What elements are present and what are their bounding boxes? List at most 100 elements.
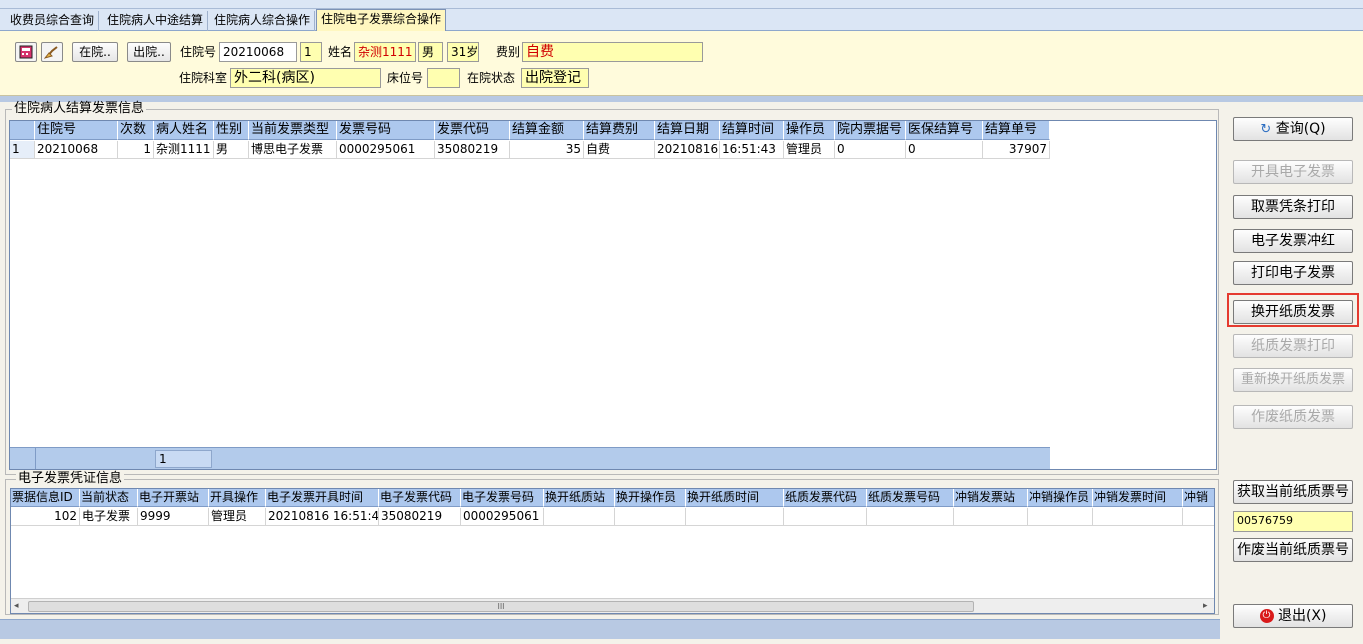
cell-empty [686,508,784,526]
col-header[interactable]: 次数 [118,121,154,140]
red-einvoice-button[interactable]: 电子发票冲红 [1233,229,1353,253]
col-header[interactable]: 冲销发票时间 [1093,489,1183,507]
print-einvoice-button[interactable]: 打印电子发票 [1233,261,1353,285]
col-header[interactable]: 纸质发票代码 [784,489,867,507]
keshi-field[interactable]: 外二科(病区) [230,68,381,88]
cell-fphm: 0000295061 [337,141,435,159]
cell-empty [954,508,1028,526]
status-label: 在院状态 [467,71,516,85]
col-header[interactable]: 院内票据号 [835,121,906,140]
col-header[interactable]: 电子发票代码 [379,489,461,507]
feibie-field[interactable]: 自费 [522,42,703,62]
col-header[interactable]: 纸质发票号码 [867,489,954,507]
print-voucher-button[interactable]: 取票凭条打印 [1233,195,1353,219]
settle-group-title: 住院病人结算发票信息 [12,101,147,116]
col-header[interactable]: 电子开票站 [138,489,209,507]
open-einvoice-button[interactable]: 开具电子发票 [1233,160,1353,184]
cell-name: 杂测1111 [154,141,214,159]
tab-bar: 收费员综合查询 住院病人中途结算 住院病人综合操作 住院电子发票综合操作 [0,9,1363,31]
col-header[interactable]: 结算金额 [510,121,584,140]
scroll-left-icon[interactable]: ◂ [14,601,19,611]
patient-header: 在院.. 出院.. 住院号 20210068 1 姓名 杂测1111 男 31岁… [0,31,1363,96]
tab-inpatient-ops[interactable]: 住院病人综合操作 [210,11,316,31]
cell-empty [1028,508,1093,526]
scroll-thumb[interactable]: III [28,601,974,612]
broom-icon-button[interactable] [41,42,63,62]
cell-num: 0000295061 [461,508,544,526]
col-header[interactable]: 性别 [214,121,249,140]
col-header[interactable]: 当前发票类型 [249,121,337,140]
power-icon: ⏻ [1259,609,1274,623]
col-header[interactable]: 病人姓名 [154,121,214,140]
get-paper-no-button[interactable]: 获取当前纸质票号 [1233,480,1353,504]
col-header[interactable]: 票据信息ID [11,489,80,507]
col-header[interactable]: 换开纸质站 [544,489,615,507]
cell-time: 20210816 16:51:4 [266,508,379,526]
col-header[interactable]: 电子发票号码 [461,489,544,507]
in-hospital-button[interactable]: 在院.. [72,42,118,62]
cell-empty [544,508,615,526]
col-header[interactable]: 开具操作 [209,489,266,507]
col-header[interactable]: 当前状态 [80,489,138,507]
zyh-field[interactable]: 20210068 [219,42,297,62]
keshi-label: 住院科室 [179,71,228,85]
broom-icon [44,46,58,59]
col-header[interactable]: 住院号 [35,121,118,140]
col-header[interactable]: 医保结算号 [906,121,983,140]
cell-feibie: 自费 [584,141,655,159]
col-header[interactable]: 冲销发票站 [954,489,1028,507]
bed-label: 床位号 [387,71,424,85]
col-header[interactable]: 换开纸质时间 [686,489,784,507]
exchange-paper-button[interactable]: 换开纸质发票 [1233,300,1353,324]
col-header[interactable]: 电子发票开具时间 [266,489,379,507]
calculator-icon-button[interactable] [15,42,37,62]
col-header[interactable]: 结算日期 [655,121,720,140]
cell-empty [615,508,686,526]
age-field[interactable]: 31岁 [447,42,479,62]
discharged-button[interactable]: 出院.. [127,42,171,62]
col-header[interactable]: 结算单号 [983,121,1050,140]
scroll-grip: III [497,602,505,611]
cell-time: 16:51:43 [720,141,784,159]
times-field[interactable]: 1 [300,42,322,62]
col-header[interactable]: 结算费别 [584,121,655,140]
row-count: 1 [155,450,212,468]
cell-amount: 35 [510,141,584,159]
grid-footer: 1 [10,447,1050,469]
cell-zyh: 20210068 [35,141,118,159]
col-header[interactable]: 操作员 [784,121,835,140]
status-field[interactable]: 出院登记 [521,68,589,88]
query-button[interactable]: ↻ 查询(Q) [1233,117,1353,141]
paper-no-field[interactable]: 00576759 [1233,511,1353,532]
cell-empty [784,508,867,526]
name-field[interactable]: 杂测1111 [354,42,416,62]
header-separator [0,96,1363,102]
cell-code: 35080219 [379,508,461,526]
cell-id: 102 [11,508,80,526]
horizontal-scrollbar[interactable]: ◂ III ▸ [11,598,1214,613]
row-index: 1 [10,141,35,159]
col-header[interactable]: 换开操作员 [615,489,686,507]
feibie-label: 费别 [496,45,521,59]
reexchange-paper-button[interactable]: 重新换开纸质发票 [1233,368,1353,392]
cell-ynph: 0 [835,141,906,159]
col-header[interactable]: 冲销操作员 [1028,489,1093,507]
tab-einvoice-ops[interactable]: 住院电子发票综合操作 [316,9,447,31]
sex-field[interactable]: 男 [418,42,443,62]
tab-midway-settle[interactable]: 住院病人中途结算 [103,11,209,31]
col-header[interactable]: 冲销 [1183,489,1214,507]
col-header[interactable]: 结算时间 [720,121,784,140]
name-label: 姓名 [328,45,353,59]
col-header[interactable]: 发票代码 [435,121,510,140]
bed-field[interactable] [427,68,460,88]
void-paper-no-button[interactable]: 作废当前纸质票号 [1233,538,1353,562]
cell-empty [1183,508,1214,526]
voucher-grid: 票据信息ID 当前状态 电子开票站 开具操作 电子发票开具时间 电子发票代码 电… [10,488,1215,614]
tab-cashier-query[interactable]: 收费员综合查询 [6,11,100,31]
cell-times: 1 [118,141,154,159]
print-paper-button[interactable]: 纸质发票打印 [1233,334,1353,358]
scroll-right-icon[interactable]: ▸ [1203,601,1208,611]
void-paper-button[interactable]: 作废纸质发票 [1233,405,1353,429]
exit-button[interactable]: ⏻ 退出(X) [1233,604,1353,628]
col-header[interactable]: 发票号码 [337,121,435,140]
